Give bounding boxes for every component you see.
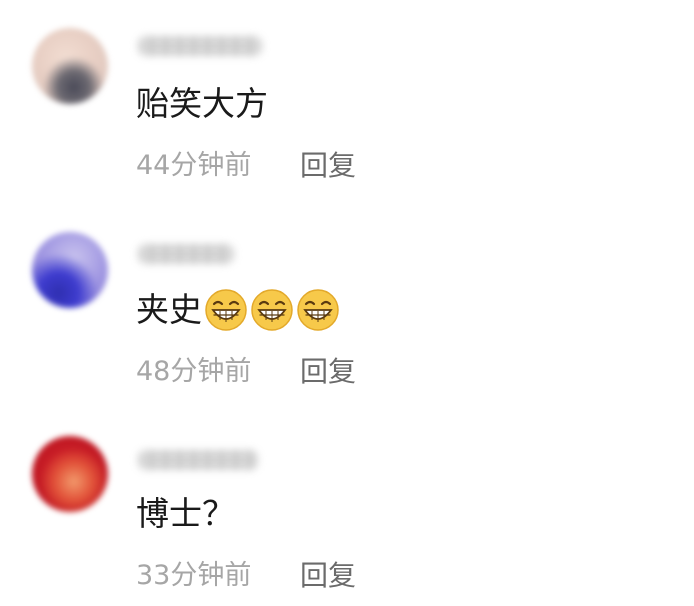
comment-item: 博士？ 33分钟前 回复 xyxy=(0,406,694,606)
comment-text-content: 夹史 xyxy=(136,290,202,329)
avatar[interactable] xyxy=(32,232,108,308)
username-blurred[interactable] xyxy=(138,244,234,264)
grinning-face-icon xyxy=(297,289,339,331)
comment-timestamp: 44分钟前 xyxy=(136,150,252,181)
emoji-row xyxy=(204,288,342,332)
comment-item: 贻笑大方 44分钟前 回复 xyxy=(0,0,694,200)
grinning-face-icon xyxy=(205,289,247,331)
reply-button[interactable]: 回复 xyxy=(300,356,356,388)
username-blurred[interactable] xyxy=(138,36,262,56)
reply-button[interactable]: 回复 xyxy=(300,150,356,182)
grinning-face-icon xyxy=(251,289,293,331)
comment-text: 贻笑大方 xyxy=(136,84,268,124)
username-blurred[interactable] xyxy=(138,450,258,470)
avatar[interactable] xyxy=(32,28,108,104)
avatar[interactable] xyxy=(32,436,108,512)
comment-item: 夹史 48分钟前 回复 xyxy=(0,204,694,404)
comment-text: 夹史 xyxy=(136,288,342,332)
comment-text-content: 博士？ xyxy=(136,494,235,533)
comment-text-content: 贻笑大方 xyxy=(136,84,268,123)
comment-text: 博士？ xyxy=(136,494,235,534)
reply-button[interactable]: 回复 xyxy=(300,560,356,592)
comment-timestamp: 48分钟前 xyxy=(136,356,252,387)
comment-timestamp: 33分钟前 xyxy=(136,560,252,591)
